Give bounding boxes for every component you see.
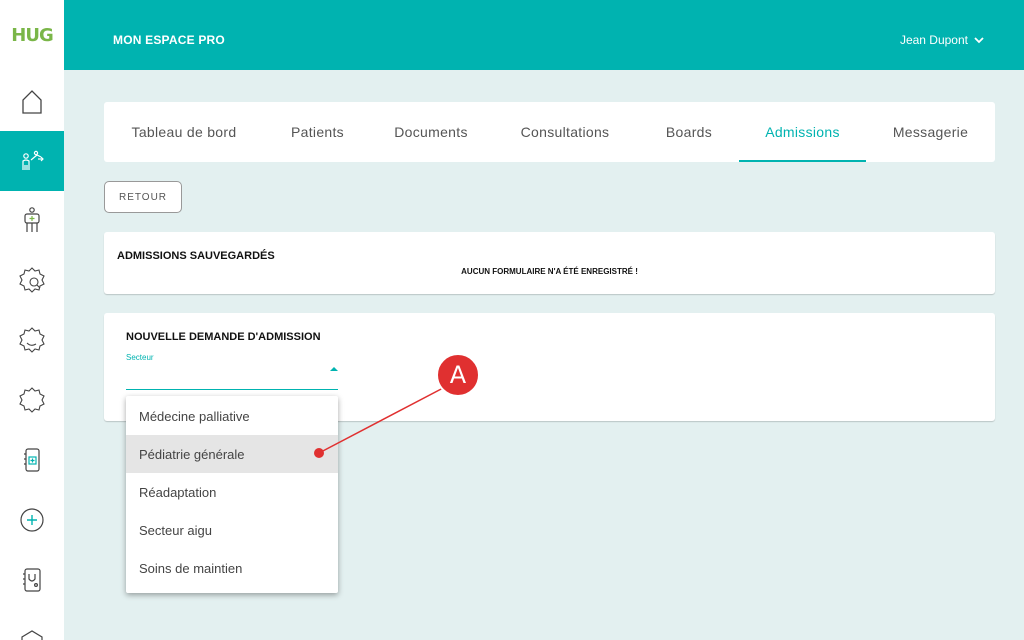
tab-patients[interactable]: Patients xyxy=(264,102,371,162)
secteur-select[interactable] xyxy=(126,389,338,390)
sidebar-item-gear[interactable] xyxy=(0,370,64,430)
back-button[interactable]: RETOUR xyxy=(104,181,182,213)
select-arrow-icon[interactable] xyxy=(330,367,338,371)
main-tabs: Tableau de bord Patients Documents Consu… xyxy=(104,102,995,162)
app-title: MON ESPACE PRO xyxy=(113,33,225,47)
sidebar-item-add[interactable] xyxy=(0,490,64,550)
add-circle-icon xyxy=(20,508,44,532)
secteur-dropdown: Médecine palliative Pédiatrie générale R… xyxy=(126,396,338,593)
sidebar-item-home[interactable] xyxy=(0,72,64,132)
option-medecine-palliative[interactable]: Médecine palliative xyxy=(126,397,338,435)
saved-admissions-card: ADMISSIONS SAUVEGARDÉS AUCUN FORMULAIRE … xyxy=(104,232,995,294)
hug-logo: HUG xyxy=(11,24,53,46)
sidebar-item-patient-bed[interactable] xyxy=(0,190,64,250)
tab-documents[interactable]: Documents xyxy=(371,102,491,162)
option-pediatrie-generale[interactable]: Pédiatrie générale xyxy=(126,435,338,473)
stethoscope-document-icon xyxy=(23,568,41,592)
top-header: MON ESPACE PRO Jean Dupont xyxy=(64,0,1024,70)
patient-bed-icon xyxy=(24,207,40,232)
tab-consultations[interactable]: Consultations xyxy=(491,102,639,162)
option-soins-de-maintien[interactable]: Soins de maintien xyxy=(126,549,338,587)
option-secteur-aigu[interactable]: Secteur aigu xyxy=(126,511,338,549)
search-gear-icon xyxy=(19,267,45,293)
saved-admissions-title: ADMISSIONS SAUVEGARDÉS xyxy=(117,250,275,262)
sidebar-item-stethoscope-document[interactable] xyxy=(0,550,64,610)
annotation-label: A xyxy=(449,361,467,389)
empty-message: AUCUN FORMULAIRE N'A ÉTÉ ENREGISTRÉ ! xyxy=(461,267,638,276)
doctor-patient-icon xyxy=(22,150,44,170)
tab-tableau-de-bord[interactable]: Tableau de bord xyxy=(104,102,264,162)
new-admission-title: NOUVELLE DEMANDE D'ADMISSION xyxy=(126,331,321,343)
user-menu[interactable]: Jean Dupont xyxy=(900,33,984,47)
sidebar-item-gear-moon[interactable] xyxy=(0,310,64,370)
sidebar-item-shield[interactable] xyxy=(0,610,64,640)
document-add-icon xyxy=(24,448,40,472)
home-icon xyxy=(22,90,42,114)
tab-admissions[interactable]: Admissions xyxy=(739,102,866,162)
user-name: Jean Dupont xyxy=(899,33,968,47)
option-readaptation[interactable]: Réadaptation xyxy=(126,473,338,511)
gear-icon xyxy=(19,387,45,413)
tab-messagerie[interactable]: Messagerie xyxy=(866,102,995,162)
gear-moon-icon xyxy=(19,327,45,353)
tab-boards[interactable]: Boards xyxy=(639,102,739,162)
sidebar-item-document-add[interactable] xyxy=(0,430,64,490)
chevron-down-icon xyxy=(974,37,984,44)
sidebar: HUG xyxy=(0,0,64,640)
secteur-label: Secteur xyxy=(126,353,154,362)
sidebar-item-search-gear[interactable] xyxy=(0,250,64,310)
sidebar-item-doctor-patient[interactable] xyxy=(0,131,64,191)
shield-icon xyxy=(21,630,43,640)
